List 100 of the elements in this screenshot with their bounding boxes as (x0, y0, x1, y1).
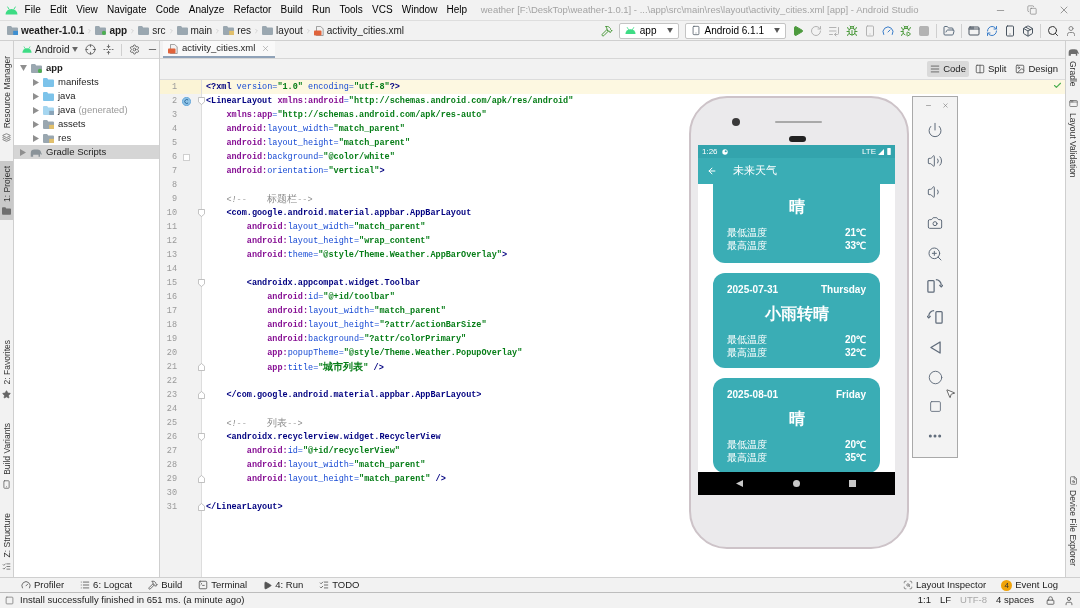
rotate-left-icon[interactable] (927, 277, 943, 293)
editor-tab[interactable]: activity_cities.xml (163, 41, 276, 58)
rotate-right-icon[interactable] (927, 308, 943, 324)
zoom-in-icon[interactable] (927, 246, 943, 262)
tool-window-tab[interactable]: 1: Project (0, 161, 13, 221)
tool-window-tab[interactable]: Build (148, 577, 183, 593)
close-icon[interactable] (1058, 4, 1070, 16)
tool-window-tab[interactable]: Terminal (198, 577, 248, 593)
tool-window-tab[interactable]: Resource Manager (0, 51, 13, 148)
close-icon[interactable] (942, 102, 949, 109)
breadcrumb-item[interactable]: layout (261, 23, 304, 38)
breadcrumb-item[interactable]: weather-1.0.1 (6, 23, 86, 38)
folder-icon (262, 26, 274, 35)
menu-item[interactable]: Build (275, 2, 308, 18)
menu-item[interactable]: Tools (334, 2, 368, 18)
fold-icon[interactable] (198, 209, 205, 217)
volume-up-icon[interactable] (927, 153, 943, 169)
home-icon[interactable] (793, 480, 800, 487)
tool-window-tab[interactable]: 2: Favorites (0, 335, 13, 404)
configuration-dropdown[interactable]: app (618, 22, 679, 39)
folder-icon (95, 26, 107, 35)
class-icon[interactable] (182, 96, 191, 106)
tool-window-tab[interactable]: Build Variants (0, 417, 13, 494)
menu-item[interactable]: File (20, 2, 46, 18)
overview-icon[interactable] (928, 400, 942, 413)
menu-item[interactable]: Edit (45, 2, 72, 18)
user-icon[interactable] (1064, 595, 1074, 606)
power-icon[interactable] (927, 122, 943, 138)
view-mode-button[interactable]: Code (927, 61, 969, 77)
tree-item[interactable]: java (14, 89, 159, 103)
gauge-icon[interactable] (882, 24, 894, 37)
back-icon[interactable] (736, 480, 743, 487)
menu-item[interactable]: Navigate (102, 2, 152, 18)
breadcrumb-item[interactable]: app (94, 23, 129, 38)
menu-item[interactable]: View (71, 2, 103, 18)
tool-window-tab[interactable]: Layout Validation (1066, 93, 1080, 183)
tree-item[interactable]: app (14, 61, 159, 75)
fold-icon[interactable] (198, 433, 205, 441)
breadcrumb-item[interactable]: res (222, 23, 253, 38)
package-icon[interactable] (1022, 24, 1034, 37)
tool-window-tab[interactable]: 4: Run (263, 577, 304, 593)
tool-window-tab[interactable]: Gradle (1066, 43, 1080, 92)
tree-item[interactable]: manifests (14, 75, 159, 89)
menu-item[interactable]: Window (397, 2, 442, 18)
back-arrow-icon[interactable] (707, 166, 717, 176)
tree-item[interactable]: assets (14, 117, 159, 131)
menu-item[interactable]: Analyze (184, 2, 229, 18)
tree-item[interactable]: Gradle Scripts (14, 145, 159, 159)
tool-window-tab[interactable]: Device File Explorer (1066, 470, 1080, 571)
tool-window-tab[interactable]: Profiler (21, 577, 65, 593)
device-dropdown[interactable]: Android 6.1.1 (684, 22, 786, 39)
hammer-icon[interactable] (600, 24, 613, 37)
close-icon[interactable] (261, 44, 271, 53)
hammer-icon (148, 580, 159, 590)
search-icon[interactable] (1047, 24, 1059, 37)
phone-icon[interactable] (1004, 24, 1016, 37)
menu-item[interactable]: Run (307, 2, 335, 18)
folder-icon[interactable] (943, 24, 955, 37)
restore-icon[interactable] (1027, 5, 1037, 15)
fold-icon[interactable] (198, 503, 205, 511)
camera-icon[interactable] (927, 215, 943, 231)
breadcrumb-item[interactable]: src (137, 23, 167, 38)
status-item[interactable]: 4 spaces (995, 593, 1034, 608)
window-icon[interactable] (968, 24, 980, 37)
menu-item[interactable]: Code (151, 2, 185, 18)
minimize-icon[interactable] (925, 102, 932, 109)
tree-item[interactable]: res (14, 131, 159, 145)
sync-icon[interactable] (986, 24, 998, 37)
breadcrumb-item[interactable]: activity_cities.xml (312, 23, 406, 38)
bug-arrow-icon[interactable] (900, 24, 912, 37)
menu-item[interactable]: Refactor (228, 2, 276, 18)
lock-icon[interactable] (1046, 596, 1055, 605)
view-mode-button[interactable]: Split (971, 61, 1010, 77)
user-icon[interactable] (1065, 24, 1077, 37)
fold-icon[interactable] (198, 475, 205, 483)
tool-window-tab[interactable]: 4 Event Log (1001, 577, 1058, 593)
tool-window-tab[interactable]: 6: Logcat (80, 577, 133, 593)
tool-window-tab[interactable]: Layout Inspector (902, 577, 987, 593)
status-item[interactable]: 1:1 (917, 593, 931, 608)
fold-icon[interactable] (198, 391, 205, 399)
network-text: LTE (861, 146, 876, 157)
tool-window-tab[interactable]: Z: Structure (0, 507, 13, 576)
tree-item[interactable]: java (generated) (14, 103, 159, 117)
view-mode-button[interactable]: Design (1012, 61, 1061, 77)
menu-item[interactable]: VCS (367, 2, 398, 18)
crosshair-icon[interactable] (85, 44, 97, 55)
code-line: android:background="?attr/colorPrimary" (267, 334, 467, 344)
square-icon[interactable] (5, 596, 14, 605)
breadcrumb-item[interactable]: main (175, 23, 214, 38)
settings-icon[interactable] (129, 44, 141, 55)
xml-file-icon (313, 25, 324, 36)
fold-icon[interactable] (198, 363, 205, 371)
status-item[interactable]: LF (939, 593, 952, 608)
collapse-icon[interactable] (103, 44, 115, 55)
tool-window-tab[interactable]: TODO (319, 577, 360, 593)
menu-item[interactable]: Help (441, 2, 472, 18)
run-icon[interactable] (792, 24, 804, 37)
fold-icon[interactable] (198, 279, 205, 287)
debug-icon[interactable] (846, 24, 858, 37)
fold-icon[interactable] (198, 97, 205, 105)
